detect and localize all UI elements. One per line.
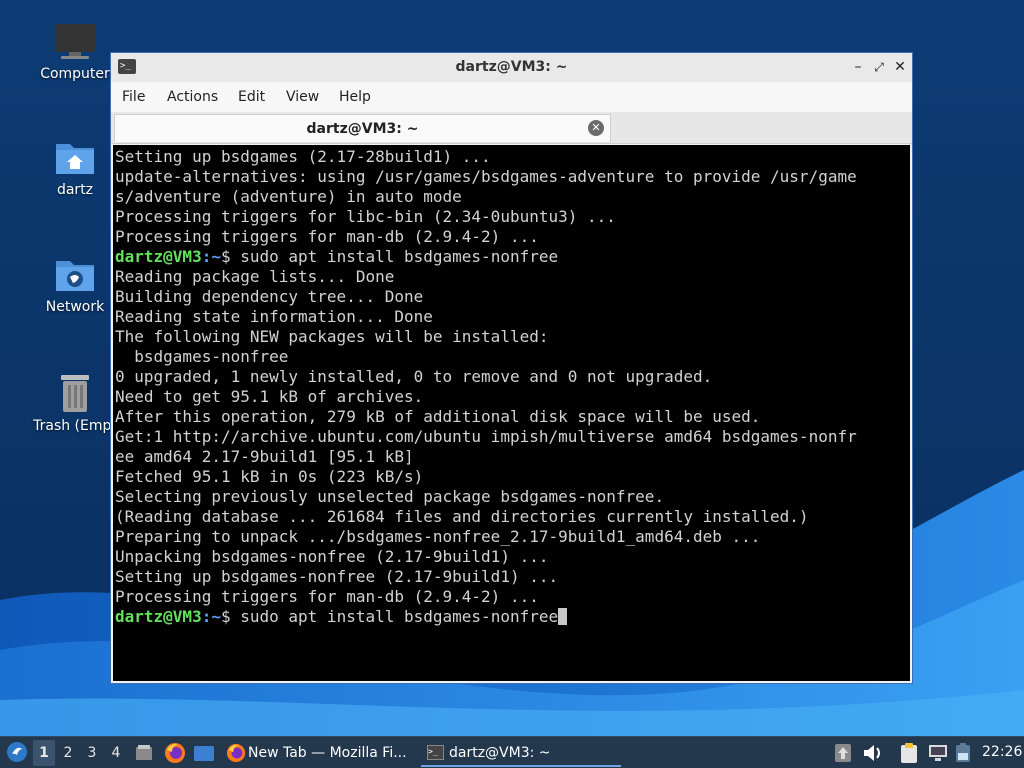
- terminal-line: Processing triggers for man-db (2.9.4-2)…: [115, 227, 539, 246]
- start-menu-icon[interactable]: [6, 741, 28, 763]
- prompt-command: $ sudo apt install bsdgames-nonfree: [220, 607, 559, 626]
- prompt-path: :~: [201, 247, 221, 266]
- window-title: dartz@VM3: ~: [455, 59, 568, 75]
- terminal-line: After this operation, 279 kB of addition…: [115, 407, 761, 426]
- terminal-line: Setting up bsdgames (2.17-28build1) ...: [115, 147, 491, 166]
- desktop-icon-label: dartz: [56, 182, 94, 198]
- network-icon[interactable]: [927, 743, 949, 763]
- terminal-line: bsdgames-nonfree: [115, 347, 289, 366]
- terminal-line: Unpacking bsdgames-nonfree (2.17-9build1…: [115, 547, 549, 566]
- terminal-window: >_ dartz@VM3: ~ – ⤢ ✕ File Actions Edit …: [110, 52, 913, 684]
- terminal-line: Processing triggers for libc-bin (2.34-0…: [115, 207, 616, 226]
- maximize-button[interactable]: ⤢: [870, 58, 888, 76]
- terminal-line: Reading package lists... Done: [115, 267, 395, 286]
- tab-close-icon[interactable]: ✕: [588, 120, 604, 136]
- desktop-icon-label: Trash (Empt: [33, 418, 117, 434]
- desktop-icon-network[interactable]: Network: [29, 255, 121, 315]
- workspace-4[interactable]: 4: [105, 740, 127, 766]
- battery-icon[interactable]: [953, 742, 973, 764]
- terminal-line: Get:1 http://archive.ubuntu.com/ubuntu i…: [115, 427, 857, 446]
- desktop-icon-label: Network: [45, 299, 105, 315]
- terminal-icon: >_: [427, 745, 444, 760]
- prompt-user: dartz@VM3: [115, 607, 202, 626]
- text-cursor: [558, 608, 568, 625]
- firefox-launcher-icon[interactable]: [164, 742, 186, 764]
- terminal-line: Fetched 95.1 kB in 0s (223 kB/s): [115, 467, 424, 486]
- show-desktop-icon[interactable]: [193, 743, 215, 763]
- firefox-icon: [226, 743, 246, 763]
- tab-label: dartz@VM3: ~: [306, 121, 419, 137]
- prompt-command: $ sudo apt install bsdgames-nonfree: [220, 247, 559, 266]
- prompt-user: dartz@VM3: [115, 247, 202, 266]
- trash-icon: [61, 375, 89, 412]
- terminal-line: s/adventure (adventure) in auto mode: [115, 187, 462, 206]
- terminal-line: Processing triggers for man-db (2.9.4-2)…: [115, 587, 539, 606]
- terminal-line: ee amd64 2.17-9build1 [95.1 kB]: [115, 447, 414, 466]
- menu-help[interactable]: Help: [339, 89, 371, 105]
- workspace-3[interactable]: 3: [81, 740, 103, 766]
- terminal-line: Setting up bsdgames-nonfree (2.17-9build…: [115, 567, 559, 586]
- task-label: dartz@VM3: ~: [449, 745, 551, 761]
- workspace-2[interactable]: 2: [57, 740, 79, 766]
- desktop-icon-trash[interactable]: Trash (Empt: [29, 372, 121, 434]
- desktop-icon-label: Computer: [40, 66, 110, 82]
- volume-icon[interactable]: [862, 743, 884, 763]
- tab-terminal[interactable]: dartz@VM3: ~ ✕: [114, 114, 611, 142]
- computer-icon: [55, 24, 95, 59]
- terminal-line: Need to get 95.1 kB of archives.: [115, 387, 424, 406]
- workspace-1[interactable]: 1: [33, 740, 55, 766]
- task-label: New Tab — Mozilla Fi...: [248, 745, 407, 761]
- menu-file[interactable]: File: [122, 89, 145, 105]
- updates-icon[interactable]: [834, 743, 852, 763]
- terminal-line: Preparing to unpack .../bsdgames-nonfree…: [115, 527, 761, 546]
- network-folder-icon: [56, 261, 94, 291]
- terminal-output[interactable]: Setting up bsdgames (2.17-28build1) ... u…: [113, 145, 910, 681]
- window-titlebar[interactable]: >_ dartz@VM3: ~ – ⤢ ✕: [111, 53, 912, 83]
- clipboard-icon[interactable]: [900, 742, 918, 764]
- tab-bar: dartz@VM3: ~ ✕: [111, 112, 912, 144]
- terminal-line: (Reading database ... 261684 files and d…: [115, 507, 809, 526]
- terminal-line: Selecting previously unselected package …: [115, 487, 665, 506]
- clock[interactable]: 22:26: [982, 744, 1022, 760]
- prompt-path: :~: [201, 607, 221, 626]
- taskbar: 1 2 3 4 New Tab — Mozilla Fi... >_ dartz…: [0, 736, 1024, 768]
- menu-actions[interactable]: Actions: [167, 89, 218, 105]
- menu-view[interactable]: View: [286, 89, 319, 105]
- menu-bar: File Actions Edit View Help: [111, 82, 912, 112]
- terminal-prompt-line: dartz@VM3:~$ sudo apt install bsdgames-n…: [115, 607, 910, 627]
- desktop-icon-computer[interactable]: Computer: [29, 22, 121, 82]
- desktop-icon-home[interactable]: dartz: [29, 138, 121, 198]
- terminal-line: 0 upgraded, 1 newly installed, 0 to remo…: [115, 367, 713, 386]
- terminal-line: Reading state information... Done: [115, 307, 433, 326]
- close-button[interactable]: ✕: [891, 58, 909, 76]
- task-firefox[interactable]: New Tab — Mozilla Fi...: [222, 739, 418, 767]
- terminal-prompt-line: dartz@VM3:~$ sudo apt install bsdgames-n…: [115, 247, 910, 267]
- task-terminal[interactable]: >_ dartz@VM3: ~: [421, 739, 621, 767]
- file-manager-launcher-icon[interactable]: [134, 743, 154, 763]
- terminal-line: Building dependency tree... Done: [115, 287, 424, 306]
- minimize-button[interactable]: –: [849, 58, 867, 76]
- home-folder-icon: [56, 144, 94, 174]
- menu-edit[interactable]: Edit: [238, 89, 265, 105]
- terminal-line: The following NEW packages will be insta…: [115, 327, 549, 346]
- terminal-line: update-alternatives: using /usr/games/bs…: [115, 167, 857, 186]
